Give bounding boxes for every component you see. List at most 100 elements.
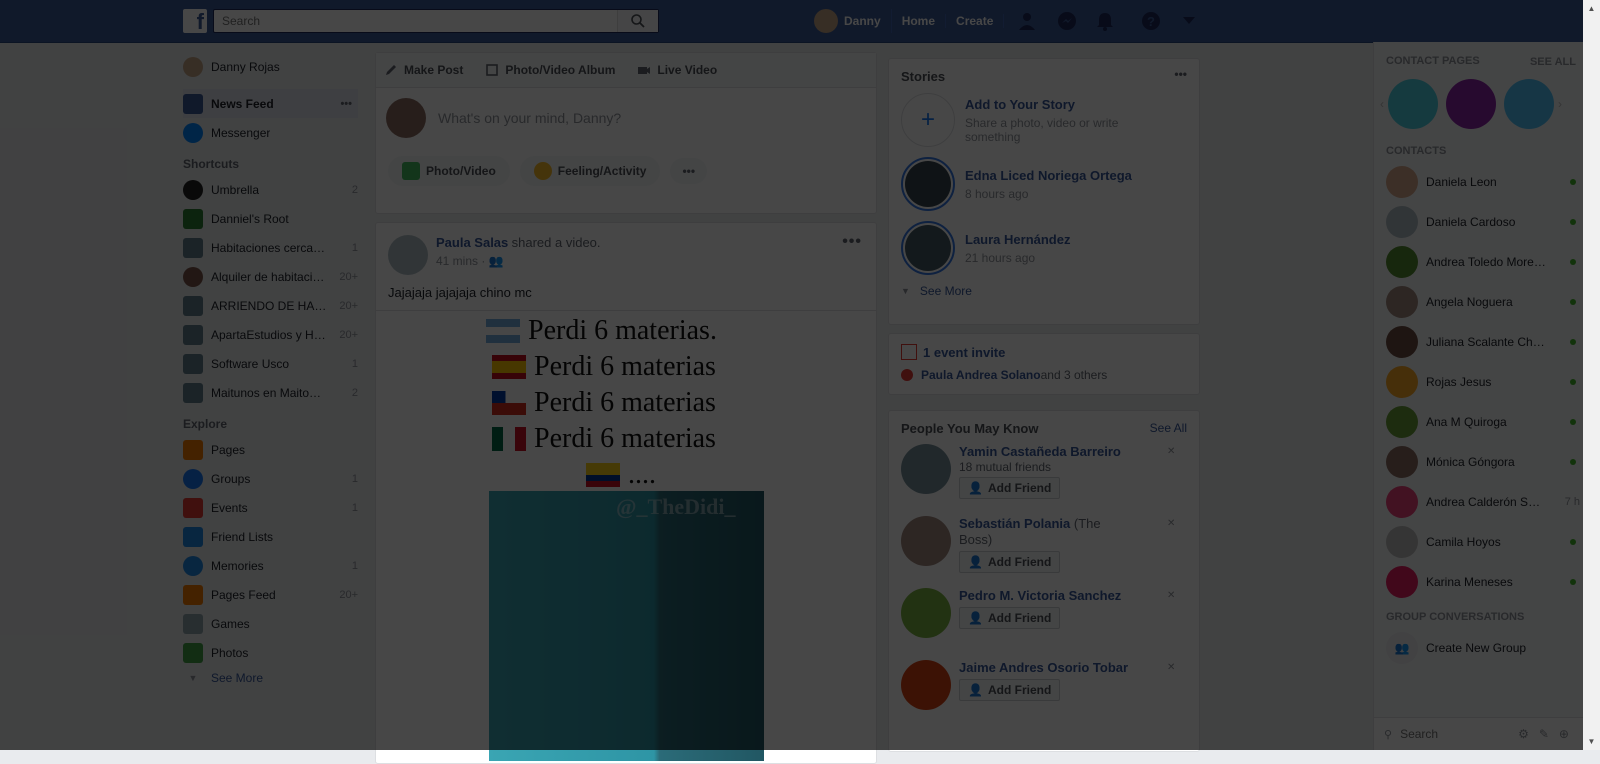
home-link[interactable]: Home bbox=[892, 14, 947, 28]
person-name[interactable]: Pedro M. Victoria Sanchez bbox=[959, 588, 1129, 604]
sidebar-item-shortcut[interactable]: ARRIENDO DE HA… 20+ bbox=[183, 291, 358, 320]
contact-row[interactable]: Mónica Góngora bbox=[1374, 442, 1584, 482]
close-icon[interactable]: ✕ bbox=[1167, 590, 1175, 601]
sidebar-item-pages-feed[interactable]: Pages Feed 20+ bbox=[183, 580, 358, 609]
sidebar-item-shortcut[interactable]: Alquiler de habitaci… 20+ bbox=[183, 262, 358, 291]
search-box[interactable] bbox=[213, 9, 659, 33]
sidebar-item-shortcut[interactable]: Umbrella 2 bbox=[183, 175, 358, 204]
video-frame[interactable] bbox=[489, 491, 764, 761]
composer-placeholder[interactable]: What's on your mind, Danny? bbox=[438, 110, 621, 126]
person-name[interactable]: Jaime Andres Osorio Tobar bbox=[959, 660, 1129, 676]
scroll-down-arrow-icon[interactable]: ▼ bbox=[1583, 733, 1600, 750]
search-icon[interactable] bbox=[617, 10, 658, 32]
contact-row[interactable]: Camila Hoyos bbox=[1374, 522, 1584, 562]
top-nav: Danny Home Create ? bbox=[804, 0, 1208, 42]
add-friend-button[interactable]: 👤 Add Friend bbox=[959, 679, 1061, 701]
sidebar-item-events[interactable]: Events 1 bbox=[183, 493, 358, 522]
create-link[interactable]: Create bbox=[946, 14, 1005, 28]
event-invite-link[interactable]: 1 event invite bbox=[889, 334, 1199, 360]
post-timestamp[interactable]: 41 mins bbox=[436, 254, 478, 268]
notifications-icon[interactable] bbox=[1094, 10, 1116, 32]
contact-row[interactable]: Andrea Calderón S… 7 h bbox=[1374, 482, 1584, 522]
sidebar-item-memories[interactable]: Memories 1 bbox=[183, 551, 358, 580]
sidebar-item-shortcut[interactable]: ApartaEstudios y H… 20+ bbox=[183, 320, 358, 349]
add-friend-button[interactable]: 👤 Add Friend bbox=[959, 551, 1061, 573]
avatar[interactable] bbox=[901, 660, 951, 710]
sidebar-item-shortcut[interactable]: Habitaciones cerca… 1 bbox=[183, 233, 358, 262]
contact-row[interactable]: Daniela Leon bbox=[1374, 162, 1584, 202]
messenger-icon[interactable] bbox=[1056, 10, 1078, 32]
create-group-button[interactable]: 👥 Create New Group bbox=[1374, 628, 1584, 668]
contact-row[interactable]: Karina Meneses bbox=[1374, 562, 1584, 602]
contact-row[interactable]: Rojas Jesus bbox=[1374, 362, 1584, 402]
scroll-up-arrow-icon[interactable]: ▲ bbox=[1583, 0, 1600, 17]
contact-row[interactable]: Ana M Quiroga bbox=[1374, 402, 1584, 442]
friend-requests-icon[interactable] bbox=[1018, 10, 1040, 32]
account-menu-icon[interactable] bbox=[1178, 10, 1200, 32]
compose-icon[interactable]: ✎ bbox=[1539, 727, 1549, 741]
group-chat-icon[interactable]: ⊕ bbox=[1559, 727, 1569, 741]
contact-name: Karina Meneses bbox=[1426, 575, 1513, 589]
sidebar-item-news-feed[interactable]: News Feed ••• bbox=[183, 89, 358, 118]
group-icon bbox=[183, 266, 203, 287]
sidebar-item-messenger[interactable]: Messenger bbox=[183, 118, 358, 147]
contact-row[interactable]: Andrea Toledo Moreno bbox=[1374, 242, 1584, 282]
sidebar-item-pages[interactable]: Pages bbox=[183, 435, 358, 464]
post-author[interactable]: Paula Salas bbox=[436, 235, 508, 250]
chevron-right-icon[interactable]: › bbox=[1558, 97, 1562, 111]
close-icon[interactable]: ✕ bbox=[1167, 662, 1175, 673]
tab-live-video[interactable]: Live Video bbox=[637, 63, 717, 77]
sidebar-item-shortcut[interactable]: Maitunos en Maito… 2 bbox=[183, 378, 358, 407]
event-person[interactable]: Paula Andrea Solano bbox=[921, 368, 1041, 382]
help-icon[interactable]: ? bbox=[1140, 10, 1162, 32]
more-options-icon[interactable]: ••• bbox=[1174, 67, 1187, 81]
tab-photo-video-album[interactable]: Photo/Video Album bbox=[485, 63, 615, 77]
composer-body[interactable]: What's on your mind, Danny? bbox=[376, 88, 876, 148]
see-more-link[interactable]: ▼ See More bbox=[889, 280, 1199, 302]
close-icon[interactable]: ✕ bbox=[1167, 518, 1175, 529]
contact-row[interactable]: Juliana Scalante Cha… bbox=[1374, 322, 1584, 362]
close-icon[interactable]: ✕ bbox=[1167, 446, 1175, 457]
photo-video-button[interactable]: Photo/Video bbox=[388, 156, 510, 186]
sidebar-item-games[interactable]: Games bbox=[183, 609, 358, 638]
contact-row[interactable]: Daniela Cardoso bbox=[1374, 202, 1584, 242]
story-item[interactable]: Laura Hernández 21 hours ago bbox=[889, 216, 1199, 280]
sidebar-item-profile[interactable]: Danny Rojas bbox=[183, 52, 358, 81]
see-all-link[interactable]: SEE ALL bbox=[1530, 56, 1576, 68]
chevron-left-icon[interactable]: ‹ bbox=[1380, 97, 1384, 111]
avatar[interactable] bbox=[901, 516, 951, 566]
avatar[interactable] bbox=[901, 588, 951, 638]
tab-make-post[interactable]: Make Post bbox=[384, 63, 463, 77]
page-avatar[interactable] bbox=[1446, 79, 1496, 129]
more-options-button[interactable]: ••• bbox=[670, 158, 708, 184]
see-more-link[interactable]: ▼ See More bbox=[183, 667, 358, 689]
facebook-logo[interactable]: f bbox=[183, 9, 207, 33]
more-options-icon[interactable]: ••• bbox=[340, 98, 352, 110]
sidebar-item-friend-lists[interactable]: Friend Lists bbox=[183, 522, 358, 551]
add-to-story[interactable]: + Add to Your Story Share a photo, video … bbox=[889, 88, 1199, 152]
sidebar-item-shortcut[interactable]: Software Usco 1 bbox=[183, 349, 358, 378]
contact-row[interactable]: Angela Noguera bbox=[1374, 282, 1584, 322]
sidebar-item-groups[interactable]: Groups 1 bbox=[183, 464, 358, 493]
chat-search-input[interactable] bbox=[1398, 726, 1503, 742]
avatar[interactable] bbox=[388, 235, 428, 275]
search-input[interactable] bbox=[214, 10, 630, 32]
page-scrollbar[interactable]: ▲ ▼ bbox=[1583, 0, 1600, 750]
post-video[interactable]: Perdi 6 materias. Perdi 6 materias Perdi… bbox=[376, 310, 876, 761]
profile-link[interactable]: Danny bbox=[804, 9, 892, 33]
page-avatar[interactable] bbox=[1388, 79, 1438, 129]
sidebar-item-shortcut[interactable]: Danniel's Root bbox=[183, 204, 358, 233]
add-friend-button[interactable]: 👤 Add Friend bbox=[959, 477, 1061, 499]
watermark: @_TheDidi_ bbox=[616, 494, 736, 519]
person-name[interactable]: Sebastián Polania (The Boss) bbox=[959, 516, 1129, 548]
feeling-activity-button[interactable]: Feeling/Activity bbox=[519, 156, 661, 186]
sidebar-item-photos[interactable]: Photos bbox=[183, 638, 358, 667]
gear-icon[interactable]: ⚙ bbox=[1518, 727, 1529, 741]
post-options-icon[interactable]: ••• bbox=[842, 233, 862, 251]
avatar[interactable] bbox=[901, 444, 951, 494]
page-avatar[interactable] bbox=[1504, 79, 1554, 129]
story-item[interactable]: Edna Liced Noriega Ortega 8 hours ago bbox=[889, 152, 1199, 216]
add-friend-button[interactable]: 👤 Add Friend bbox=[959, 607, 1061, 629]
see-all-link[interactable]: See All bbox=[1150, 421, 1187, 435]
person-name[interactable]: Yamin Castañeda Barreiro bbox=[959, 444, 1129, 460]
